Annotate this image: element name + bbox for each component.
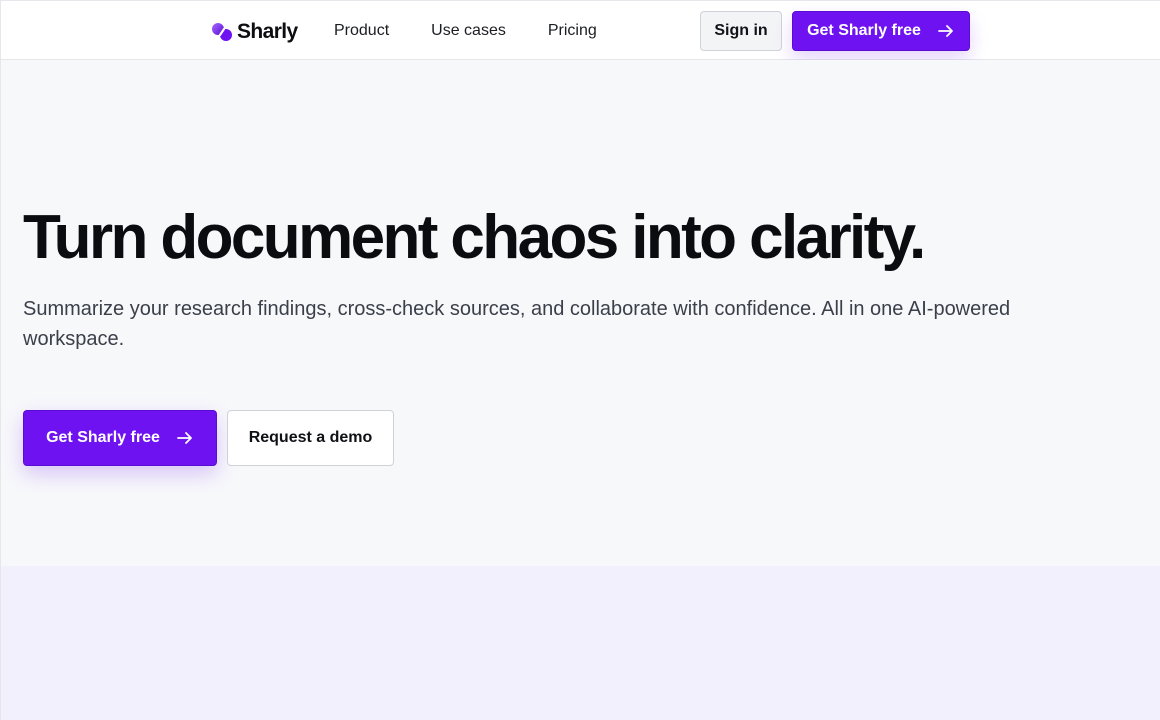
top-navbar: Sharly Product Use cases Pricing Sign in… — [1, 0, 1160, 60]
sharly-logo-icon — [212, 23, 232, 41]
landing-page: Sharly Product Use cases Pricing Sign in… — [0, 0, 1160, 720]
hero-title: Turn document chaos into clarity. — [23, 203, 926, 272]
nav-item-use-cases[interactable]: Use cases — [431, 21, 506, 41]
nav-item-pricing[interactable]: Pricing — [548, 21, 597, 41]
nav-item-product[interactable]: Product — [334, 21, 389, 41]
sign-in-button[interactable]: Sign in — [700, 11, 782, 51]
arrow-right-icon — [938, 25, 953, 37]
get-sharly-free-label: Get Sharly free — [807, 22, 921, 39]
get-sharly-free-hero-button[interactable]: Get Sharly free — [23, 410, 217, 466]
request-demo-label: Request a demo — [248, 429, 373, 446]
logo[interactable]: Sharly — [211, 18, 298, 46]
request-demo-button[interactable]: Request a demo — [227, 410, 394, 466]
logo-text: Sharly — [237, 20, 298, 43]
hero-subtitle: Summarize your research findings, cross-… — [23, 298, 1011, 350]
hero-section: Turn document chaos into clarity. Summar… — [1, 60, 1160, 566]
get-sharly-free-header-button[interactable]: Get Sharly free — [792, 11, 970, 51]
arrow-right-icon — [177, 432, 192, 444]
main-nav: Product Use cases Pricing — [334, 21, 597, 41]
hero-primary-cta-label: Get Sharly free — [46, 429, 160, 446]
sign-in-label: Sign in — [714, 22, 768, 39]
lower-section-band — [1, 566, 1160, 720]
